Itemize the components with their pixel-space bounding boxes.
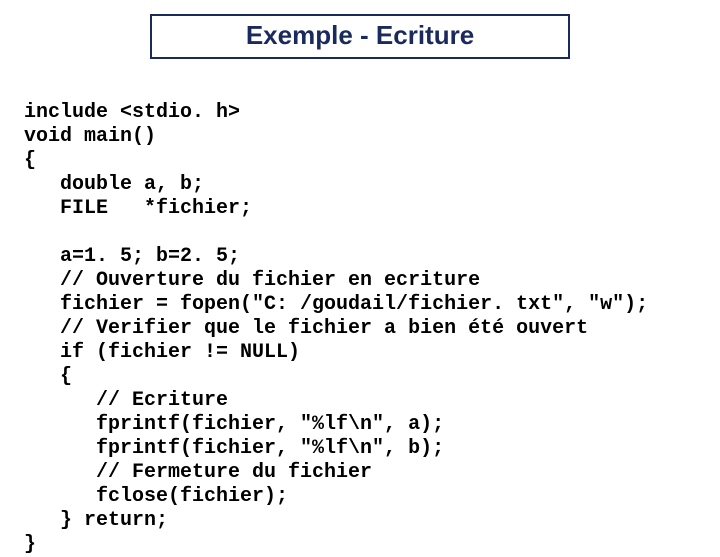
- code-block: include <stdio. h> void main() { double …: [0, 77, 720, 557]
- code-line: void main(): [24, 125, 156, 148]
- slide-title: Exemple - Ecriture: [246, 20, 474, 50]
- code-line: a=1. 5; b=2. 5;: [24, 245, 240, 268]
- slide-title-box: Exemple - Ecriture: [150, 14, 570, 59]
- code-line: if (fichier != NULL): [24, 341, 300, 364]
- code-line: include <stdio. h>: [24, 101, 240, 124]
- code-line: fclose(fichier);: [24, 485, 288, 508]
- code-line: FILE *fichier;: [24, 197, 252, 220]
- code-line: // Verifier que le fichier a bien été ou…: [24, 317, 588, 340]
- code-line: // Ouverture du fichier en ecriture: [24, 269, 480, 292]
- code-line: // Ecriture: [24, 389, 228, 412]
- code-line: fichier = fopen("C: /goudail/fichier. tx…: [24, 293, 648, 316]
- code-line: // Fermeture du fichier: [24, 461, 372, 484]
- code-line: {: [24, 365, 72, 388]
- code-line: {: [24, 149, 36, 172]
- code-line: }: [24, 533, 36, 556]
- code-line: } return;: [24, 509, 168, 532]
- code-line: fprintf(fichier, "%lf\n", b);: [24, 437, 444, 460]
- code-line: double a, b;: [24, 173, 204, 196]
- code-line: fprintf(fichier, "%lf\n", a);: [24, 413, 444, 436]
